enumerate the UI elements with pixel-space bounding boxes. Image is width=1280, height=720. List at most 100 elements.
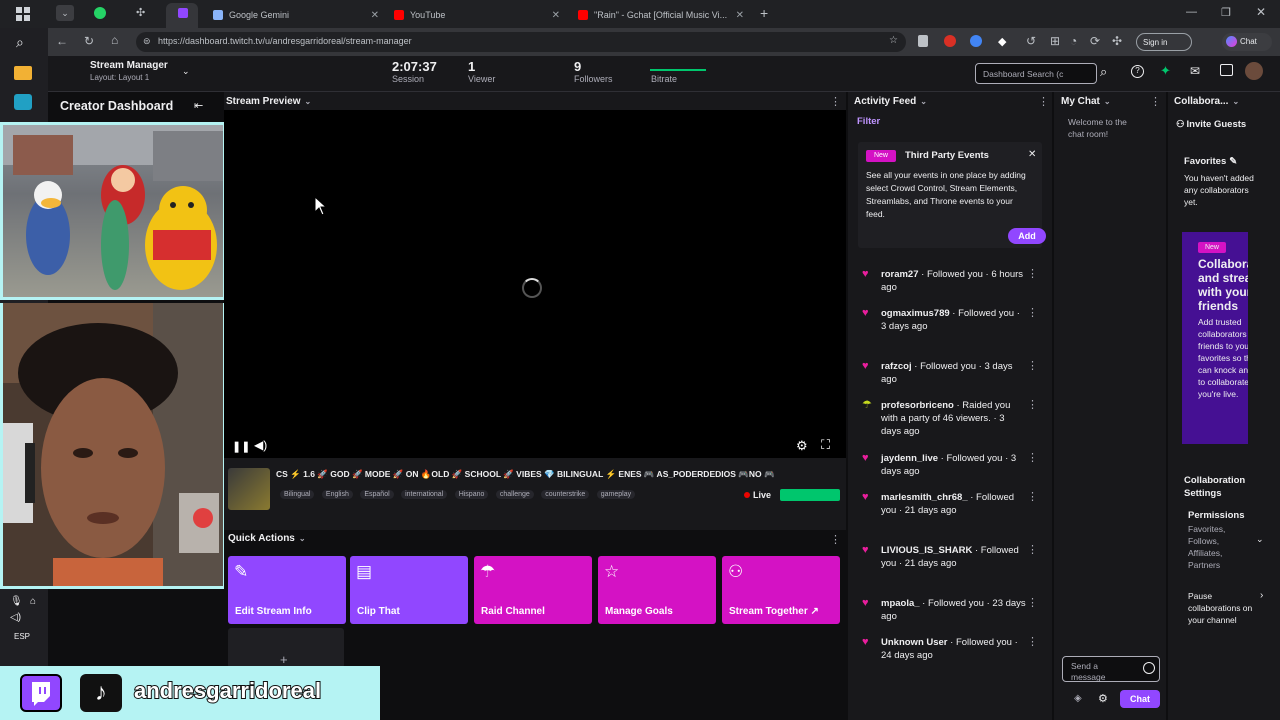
- close-tab-icon[interactable]: ✕: [736, 10, 744, 21]
- pause-icon[interactable]: ❚❚: [232, 440, 250, 453]
- manage-goals-button[interactable]: ☆ Manage Goals: [598, 556, 716, 624]
- activity-item[interactable]: ♥ jaydenn_live · Followed you · 3 days a…: [862, 452, 1042, 482]
- tab-music-video[interactable]: "Rain" - Gchat [Official Music Vi... ✕: [570, 4, 750, 26]
- edit-stream-info-button[interactable]: ✎ Edit Stream Info: [228, 556, 346, 624]
- stream-together-button[interactable]: ⚇ Stream Together ↗: [722, 556, 840, 624]
- more-options-icon[interactable]: ⋮: [1027, 544, 1038, 557]
- add-quick-action-tile[interactable]: +: [228, 628, 344, 668]
- whatsapp-icon[interactable]: [94, 7, 106, 19]
- home-icon[interactable]: ⌂: [111, 33, 118, 47]
- more-options-icon[interactable]: ⋮: [1027, 452, 1038, 465]
- activity-item[interactable]: ♥ ogmaximus789 · Followed you · 3 days a…: [862, 307, 1042, 337]
- more-options-icon[interactable]: ⋮: [830, 533, 841, 546]
- chevron-down-icon[interactable]: ⌄: [1256, 534, 1264, 545]
- extensions-puzzle-icon[interactable]: ✣: [1112, 34, 1122, 48]
- filter-link[interactable]: Filter: [857, 116, 880, 127]
- settings-gear-icon[interactable]: ⚙: [796, 438, 808, 454]
- help-icon[interactable]: ?: [1131, 65, 1144, 78]
- add-button[interactable]: Add: [1008, 228, 1046, 244]
- launcher-app-icon[interactable]: [14, 66, 32, 80]
- collapse-sidebar-icon[interactable]: ⇤: [194, 99, 203, 112]
- language-indicator[interactable]: ESP: [14, 632, 30, 641]
- search-icon[interactable]: ⌕: [1100, 64, 1107, 80]
- more-options-icon[interactable]: ⋮: [1150, 95, 1161, 108]
- address-bar[interactable]: ⊜ https://dashboard.twitch.tv/u/andresga…: [136, 32, 906, 52]
- new-tab-button[interactable]: +: [760, 5, 768, 21]
- activity-item[interactable]: ♥ mpaola_ · Followed you · 23 days ago ⋮: [862, 597, 1042, 627]
- extension-icon[interactable]: [944, 35, 956, 47]
- bits-icon[interactable]: ◈: [1074, 693, 1082, 704]
- chevron-down-icon[interactable]: ⌄: [182, 66, 190, 77]
- activity-username[interactable]: roram27: [881, 269, 919, 280]
- sign-in-button[interactable]: Sign in: [1136, 33, 1192, 51]
- activity-username[interactable]: ogmaximus789: [881, 308, 950, 319]
- quick-actions-title[interactable]: Quick Actions ⌄: [228, 533, 306, 544]
- volume-icon[interactable]: ◁): [10, 612, 21, 623]
- stream-preview-title[interactable]: Stream Preview ⌄: [226, 96, 311, 107]
- chat-settings-icon[interactable]: ⚙: [1098, 692, 1108, 705]
- microphone-icon[interactable]: 🎙: [10, 596, 23, 607]
- activity-item[interactable]: ♥ marlesmith_chr68_ · Followed you · 21 …: [862, 491, 1042, 533]
- tab-youtube[interactable]: YouTube ✕: [386, 4, 566, 26]
- extension-icon[interactable]: ⟳: [1090, 34, 1100, 48]
- activity-item[interactable]: ♥ LIVIOUS_IS_SHARK · Followed you · 21 d…: [862, 544, 1042, 586]
- invite-guests-button[interactable]: ⚇ Invite Guests: [1176, 119, 1246, 130]
- extension-icon[interactable]: ⊞: [1050, 34, 1060, 48]
- stream-tag[interactable]: Hispano: [454, 490, 489, 499]
- network-icon[interactable]: ⌂: [30, 596, 36, 607]
- chat-input[interactable]: Send a message: [1062, 656, 1160, 682]
- more-options-icon[interactable]: ⋮: [1027, 597, 1038, 610]
- extension-icon[interactable]: [970, 35, 982, 47]
- bookmark-star-icon[interactable]: ☆: [889, 35, 898, 46]
- more-options-icon[interactable]: ⋮: [1038, 95, 1049, 108]
- activity-username[interactable]: mpaola_: [881, 598, 920, 609]
- close-icon[interactable]: ✕: [1028, 149, 1036, 160]
- tab-google-gemini[interactable]: Google Gemini ✕: [205, 4, 385, 26]
- collab-title[interactable]: Collabora... ⌄: [1174, 96, 1239, 107]
- extension-icon[interactable]: ◆: [998, 35, 1006, 48]
- inbox-icon[interactable]: ✉: [1190, 64, 1200, 78]
- dashboard-search-input[interactable]: Dashboard Search (c: [975, 63, 1097, 84]
- more-options-icon[interactable]: ⋮: [1027, 268, 1038, 281]
- search-icon[interactable]: ⌕: [16, 34, 24, 51]
- emote-icon[interactable]: [1143, 662, 1155, 674]
- stream-manager-title[interactable]: Stream Manager: [90, 60, 168, 71]
- clip-that-button[interactable]: ▤ Clip That: [350, 556, 468, 624]
- more-options-icon[interactable]: ⋮: [1027, 399, 1038, 412]
- more-options-icon[interactable]: ⋮: [1027, 360, 1038, 373]
- close-tab-icon[interactable]: ✕: [552, 10, 560, 21]
- maximize-icon[interactable]: ❐: [1221, 6, 1231, 19]
- tab-actions-icon[interactable]: ⌄: [56, 5, 74, 21]
- activity-username[interactable]: rafzcoj: [881, 361, 912, 372]
- launcher-app-icon[interactable]: [14, 94, 32, 110]
- prime-loot-icon[interactable]: ✦: [1160, 63, 1171, 79]
- chevron-right-icon[interactable]: ›: [1260, 590, 1263, 601]
- back-icon[interactable]: ←: [56, 34, 68, 48]
- activity-username[interactable]: marlesmith_chr68_: [881, 492, 968, 503]
- edit-icon[interactable]: ✎: [1229, 156, 1237, 167]
- fullscreen-icon[interactable]: ⛶: [821, 437, 830, 453]
- reload-icon[interactable]: ↻: [84, 34, 94, 48]
- stream-tag[interactable]: counterstrike: [541, 490, 590, 499]
- my-chat-title[interactable]: My Chat ⌄: [1061, 96, 1111, 107]
- whispers-icon[interactable]: [1220, 64, 1233, 76]
- more-options-icon[interactable]: ⋮: [830, 95, 841, 108]
- more-options-icon[interactable]: ⋮: [1027, 491, 1038, 504]
- activity-item[interactable]: ☂ profesorbricenо · Raided you with a pa…: [862, 399, 1042, 441]
- windows-start-icon[interactable]: [16, 7, 30, 21]
- video-player[interactable]: ❚❚ ◀) ⚙ ⛶: [224, 110, 846, 458]
- avatar[interactable]: [1245, 62, 1263, 80]
- activity-username[interactable]: LIVIOUS_IS_SHARK: [881, 545, 972, 556]
- activity-username[interactable]: Unknown User: [881, 637, 948, 648]
- activity-item[interactable]: ♥ rafzcoj · Followed you · 3 days ago ⋮: [862, 360, 1042, 390]
- stream-tag[interactable]: Bilingual: [280, 490, 315, 499]
- close-tab-icon[interactable]: ✕: [371, 10, 379, 21]
- stream-tag[interactable]: international: [401, 490, 448, 499]
- site-info-icon[interactable]: ⊜: [143, 36, 151, 47]
- minimize-icon[interactable]: —: [1186, 6, 1197, 18]
- active-tab[interactable]: [166, 3, 198, 28]
- more-options-icon[interactable]: ⋮: [1027, 307, 1038, 320]
- activity-username[interactable]: jaydenn_live: [881, 453, 938, 464]
- browser-chat-button[interactable]: Chat: [1222, 33, 1272, 51]
- activity-item[interactable]: ♥ roram27 · Followed you · 6 hours ago ⋮: [862, 268, 1042, 298]
